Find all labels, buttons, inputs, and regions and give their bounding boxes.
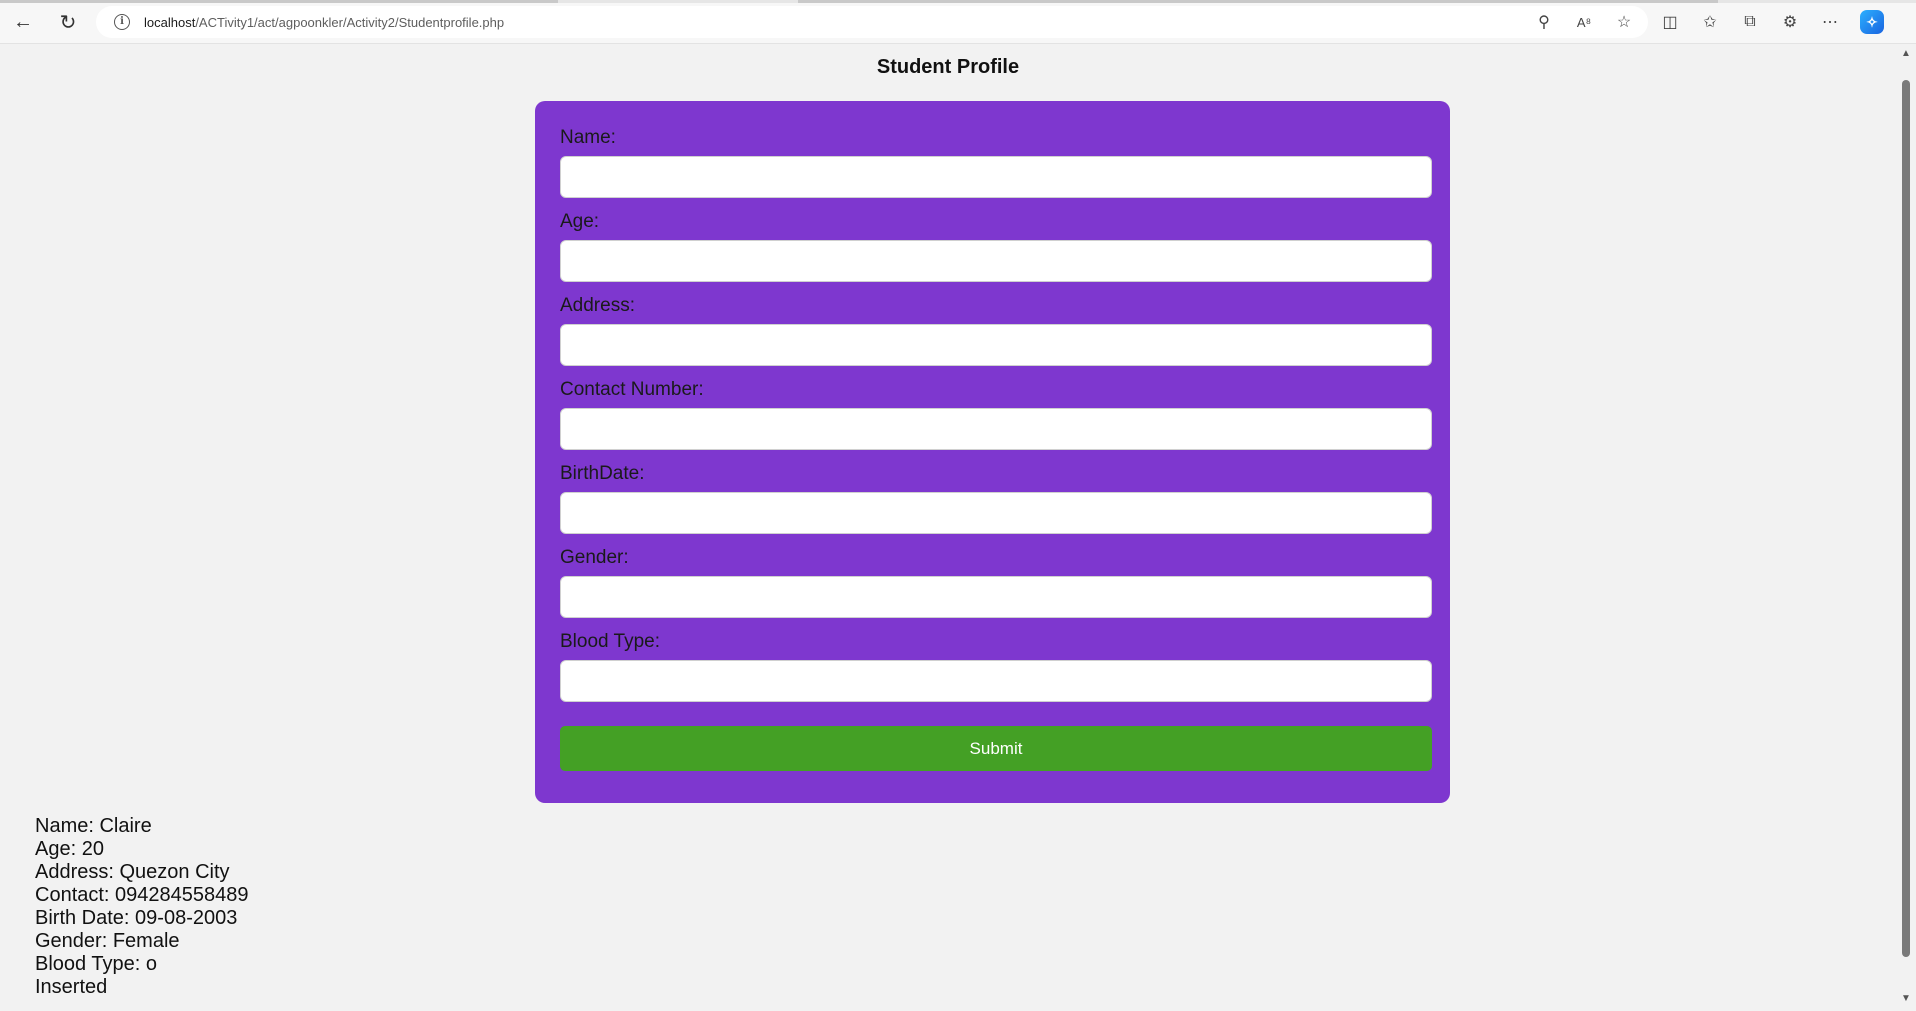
output-birth-date: Birth Date: 09-08-2003 bbox=[35, 907, 238, 929]
url-host: localhost bbox=[144, 14, 196, 30]
submitted-output: Name: Claire Age: 20 Address: Quezon Cit… bbox=[35, 815, 249, 999]
scroll-up-icon[interactable]: ▲ bbox=[1900, 48, 1912, 62]
tab-strip bbox=[0, 0, 1916, 3]
back-icon[interactable]: ← bbox=[5, 4, 41, 40]
output-name: Name: Claire bbox=[35, 815, 152, 837]
student-profile-form: Name: Age: Address: Contact Number: Birt… bbox=[535, 101, 1450, 803]
scroll-thumb[interactable] bbox=[1902, 80, 1910, 957]
blood-type-field[interactable] bbox=[560, 660, 1432, 702]
favorites-icon[interactable]: ✩ bbox=[1700, 12, 1720, 32]
submit-button[interactable]: Submit bbox=[560, 726, 1432, 771]
blood-type-label: Blood Type: bbox=[560, 631, 661, 652]
age-field[interactable] bbox=[560, 240, 1432, 282]
collections-icon[interactable]: ⧉ bbox=[1740, 13, 1760, 31]
info-icon[interactable]: i bbox=[114, 14, 130, 30]
address-bar[interactable]: i localhost/ACTivity1/act/agpoonkler/Act… bbox=[96, 6, 1648, 38]
address-label: Address: bbox=[560, 295, 635, 316]
name-label: Name: bbox=[560, 127, 616, 148]
gender-field[interactable] bbox=[560, 576, 1432, 618]
split-screen-icon[interactable]: ◫ bbox=[1660, 12, 1680, 32]
contact-number-field[interactable] bbox=[560, 408, 1432, 450]
favorite-icon[interactable]: ☆ bbox=[1614, 12, 1634, 32]
scroll-down-icon[interactable]: ▼ bbox=[1900, 993, 1912, 1007]
birthdate-field[interactable] bbox=[560, 492, 1432, 534]
copilot-icon[interactable]: ✧ bbox=[1860, 10, 1884, 34]
read-aloud-icon[interactable]: A⁸ bbox=[1574, 15, 1594, 30]
output-age: Age: 20 bbox=[35, 838, 104, 860]
contact-number-label: Contact Number: bbox=[560, 379, 704, 400]
url-text: localhost/ACTivity1/act/agpoonkler/Activ… bbox=[144, 15, 504, 30]
refresh-icon[interactable]: ↻ bbox=[50, 4, 86, 40]
age-label: Age: bbox=[560, 211, 600, 232]
extensions-icon[interactable]: ⚙ bbox=[1780, 12, 1800, 32]
output-gender: Gender: Female bbox=[35, 930, 180, 952]
name-field[interactable] bbox=[560, 156, 1432, 198]
output-blood-type: Blood Type: o bbox=[35, 953, 157, 975]
zoom-icon[interactable]: ⚲ bbox=[1534, 12, 1554, 32]
url-path: /ACTivity1/act/agpoonkler/Activity2/Stud… bbox=[195, 14, 505, 30]
vertical-scrollbar[interactable]: ▲ ▼ bbox=[1896, 44, 1916, 1011]
output-contact: Contact: 094284558489 bbox=[35, 884, 249, 906]
output-address: Address: Quezon City bbox=[35, 861, 230, 883]
more-icon[interactable]: ⋯ bbox=[1820, 12, 1840, 32]
browser-toolbar: ← ↻ i localhost/ACTivity1/act/agpoonkler… bbox=[0, 0, 1916, 44]
page-title: Student Profile bbox=[876, 56, 1020, 78]
gender-label: Gender: bbox=[560, 547, 629, 568]
birthdate-label: BirthDate: bbox=[560, 463, 645, 484]
address-field[interactable] bbox=[560, 324, 1432, 366]
output-status: Inserted bbox=[35, 976, 108, 998]
